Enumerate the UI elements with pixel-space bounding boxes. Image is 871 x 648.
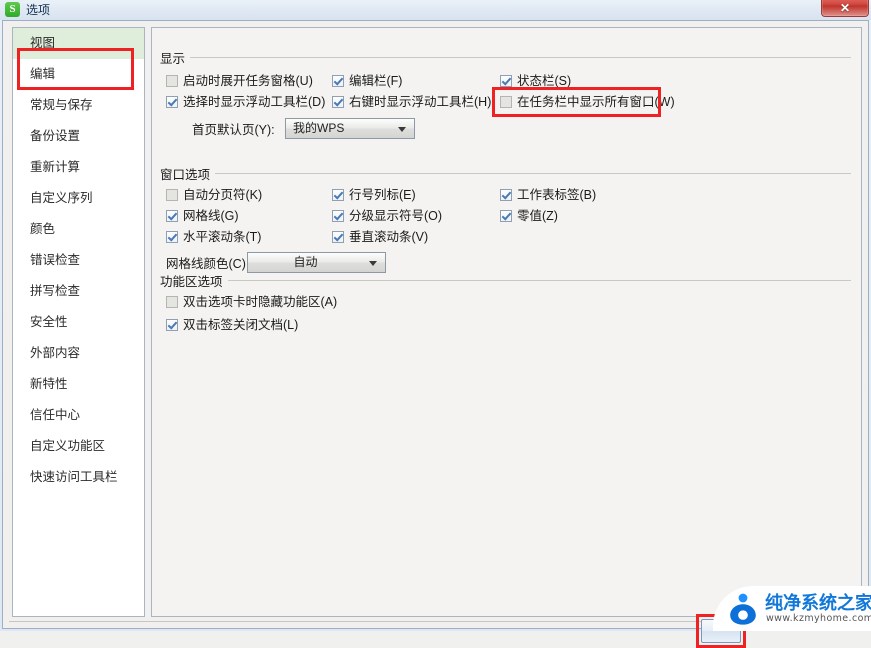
sidebar-item-general-save[interactable]: 常规与保存	[13, 90, 144, 121]
options-main-panel: 显示 启动时展开任务窗格(U) 编辑栏(F) 状态栏(S) 选择时显示浮动工具栏…	[151, 27, 862, 617]
checkbox-box	[166, 296, 178, 308]
checkbox-outline-symbols[interactable]: 分级显示符号(O)	[332, 209, 442, 223]
checkbox-box	[500, 189, 512, 201]
checkbox-expand-task-pane[interactable]: 启动时展开任务窗格(U)	[166, 74, 313, 88]
checkbox-label: 行号列标(E)	[349, 188, 416, 202]
group-rule	[160, 280, 851, 281]
label-gridline-color: 网格线颜色(C):	[166, 257, 250, 271]
checkbox-horizontal-scrollbar[interactable]: 水平滚动条(T)	[166, 230, 261, 244]
sidebar-item-view[interactable]: 视图	[13, 28, 144, 59]
checkbox-box	[166, 189, 178, 201]
sidebar-item-external[interactable]: 外部内容	[13, 338, 144, 369]
checkbox-row-col-headers[interactable]: 行号列标(E)	[332, 188, 416, 202]
checkbox-label: 零值(Z)	[517, 209, 558, 223]
title-bar: S 选项 ✕	[0, 0, 871, 20]
group-title-window-options: 窗口选项	[160, 164, 216, 183]
sidebar-item-custom-ribbon[interactable]: 自定义功能区	[13, 431, 144, 462]
watermark-title: 纯净系统之家	[765, 593, 871, 613]
sidebar-item-color[interactable]: 颜色	[13, 214, 144, 245]
chevron-down-icon	[398, 127, 406, 132]
dropdown-value: 我的WPS	[293, 121, 345, 135]
group-window-options: 窗口选项 自动分页符(K) 行号列标(E) 工作表标签(B) 网格线(G) 分级…	[152, 164, 861, 274]
checkbox-box	[166, 231, 178, 243]
checkbox-label: 水平滚动条(T)	[183, 230, 262, 244]
checkbox-label: 网格线(G)	[183, 209, 239, 223]
group-ribbon-options: 功能区选项 双击选项卡时隐藏功能区(A) 双击标签关闭文档(L)	[152, 271, 861, 332]
bottom-separator	[9, 621, 729, 622]
checkbox-show-all-windows-taskbar[interactable]: 在任务栏中显示所有窗口(W)	[500, 95, 675, 109]
dialog-body: 视图 编辑 常规与保存 备份设置 重新计算 自定义序列 颜色 错误检查 拼写检查…	[2, 20, 869, 648]
checkbox-label: 在任务栏中显示所有窗口(W)	[517, 95, 675, 109]
checkbox-label: 双击选项卡时隐藏功能区(A)	[183, 295, 338, 309]
sidebar-item-error-check[interactable]: 错误检查	[13, 245, 144, 276]
checkbox-hide-ribbon-on-dblclick-tab[interactable]: 双击选项卡时隐藏功能区(A)	[166, 295, 337, 309]
checkbox-box	[332, 96, 344, 108]
site-logo-icon	[730, 593, 756, 625]
options-dialog-window: S 选项 ✕ 视图 编辑 常规与保存 备份设置 重新计算 自定义序列 颜色 错误…	[0, 0, 871, 648]
checkbox-box	[500, 75, 512, 87]
dropdown-value: 自动	[293, 255, 318, 269]
group-rule	[160, 57, 851, 58]
sidebar-item-recalculate[interactable]: 重新计算	[13, 152, 144, 183]
close-icon[interactable]: ✕	[821, 0, 869, 17]
watermark: 纯净系统之家 www.kzmyhome.com	[713, 586, 871, 631]
checkbox-box	[332, 231, 344, 243]
checkbox-box	[166, 75, 178, 87]
checkbox-vertical-scrollbar[interactable]: 垂直滚动条(V)	[332, 230, 428, 244]
checkbox-label: 右键时显示浮动工具栏(H)	[349, 95, 492, 109]
checkbox-label: 工作表标签(B)	[517, 188, 597, 202]
sidebar-item-spell-check[interactable]: 拼写检查	[13, 276, 144, 307]
options-category-sidebar[interactable]: 视图 编辑 常规与保存 备份设置 重新计算 自定义序列 颜色 错误检查 拼写检查…	[12, 27, 145, 617]
watermark-url: www.kzmyhome.com	[766, 613, 871, 624]
checkbox-box	[500, 96, 512, 108]
checkbox-float-toolbar-on-select[interactable]: 选择时显示浮动工具栏(D)	[166, 95, 325, 109]
checkbox-box	[332, 189, 344, 201]
group-title-ribbon-options: 功能区选项	[160, 271, 228, 290]
sidebar-item-backup[interactable]: 备份设置	[13, 121, 144, 152]
sidebar-item-security[interactable]: 安全性	[13, 307, 144, 338]
sidebar-item-trust-center[interactable]: 信任中心	[13, 400, 144, 431]
checkbox-label: 自动分页符(K)	[183, 188, 263, 202]
checkbox-label: 状态栏(S)	[517, 74, 572, 88]
sidebar-item-custom-lists[interactable]: 自定义序列	[13, 183, 144, 214]
label-default-home-page: 首页默认页(Y):	[192, 123, 275, 137]
chevron-down-icon	[369, 261, 377, 266]
checkbox-box	[500, 210, 512, 222]
checkbox-label: 选择时显示浮动工具栏(D)	[183, 95, 326, 109]
checkbox-box	[166, 210, 178, 222]
window-title: 选项	[26, 3, 51, 17]
sidebar-item-new-features[interactable]: 新特性	[13, 369, 144, 400]
checkbox-box	[166, 96, 178, 108]
checkbox-label: 启动时展开任务窗格(U)	[183, 74, 313, 88]
checkbox-box	[332, 75, 344, 87]
group-title-display: 显示	[160, 48, 191, 67]
checkbox-label: 编辑栏(F)	[349, 74, 403, 88]
checkbox-sheet-tabs[interactable]: 工作表标签(B)	[500, 188, 596, 202]
checkbox-gridlines[interactable]: 网格线(G)	[166, 209, 239, 223]
checkbox-zero-values[interactable]: 零值(Z)	[500, 209, 558, 223]
checkbox-auto-page-break[interactable]: 自动分页符(K)	[166, 188, 262, 202]
checkbox-box	[166, 319, 178, 331]
checkbox-float-toolbar-on-rightclick[interactable]: 右键时显示浮动工具栏(H)	[332, 95, 491, 109]
wps-app-icon: S	[5, 2, 20, 17]
checkbox-close-doc-on-dblclick-tab[interactable]: 双击标签关闭文档(L)	[166, 318, 298, 332]
sidebar-item-quick-access[interactable]: 快速访问工具栏	[13, 462, 144, 493]
checkbox-status-bar[interactable]: 状态栏(S)	[500, 74, 571, 88]
dropdown-default-home-page[interactable]: 我的WPS	[285, 118, 415, 139]
checkbox-label: 分级显示符号(O)	[349, 209, 443, 223]
checkbox-label: 双击标签关闭文档(L)	[183, 318, 299, 332]
group-rule	[160, 173, 851, 174]
checkbox-label: 垂直滚动条(V)	[349, 230, 429, 244]
sidebar-item-edit[interactable]: 编辑	[13, 59, 144, 90]
checkbox-formula-bar[interactable]: 编辑栏(F)	[332, 74, 402, 88]
group-display: 显示 启动时展开任务窗格(U) 编辑栏(F) 状态栏(S) 选择时显示浮动工具栏…	[152, 48, 861, 148]
checkbox-box	[332, 210, 344, 222]
dropdown-gridline-color[interactable]: 自动	[247, 252, 386, 273]
